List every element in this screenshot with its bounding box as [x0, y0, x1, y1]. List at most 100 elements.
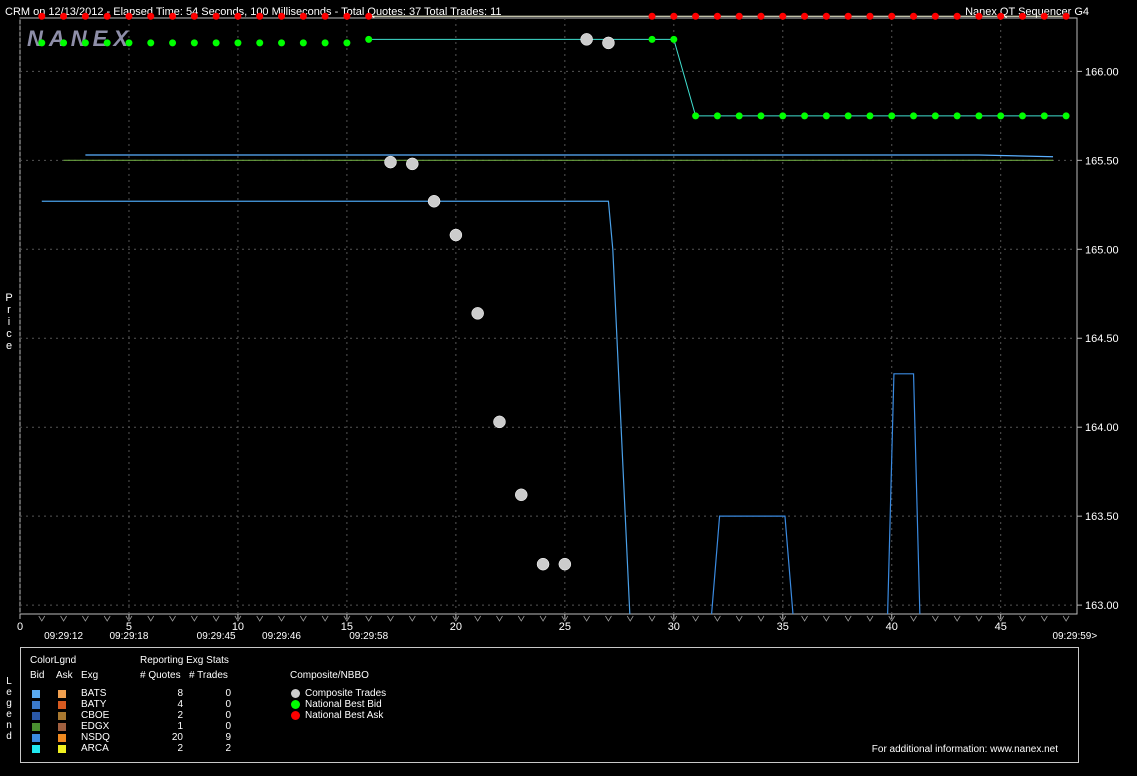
legend-exchange: BATY	[81, 699, 107, 710]
best-bid-point	[844, 112, 852, 120]
x-marker	[387, 615, 394, 622]
best-bid-point	[757, 112, 765, 120]
x-marker	[866, 615, 874, 622]
x-tick-label: 20	[450, 621, 462, 633]
bid-swatch	[32, 701, 40, 709]
best-ask-point	[169, 12, 177, 20]
x-marker	[430, 615, 438, 622]
best-bid-point	[888, 112, 896, 120]
best-ask-point	[953, 12, 961, 20]
best-bid-point	[975, 112, 983, 120]
nbbo-line	[368, 38, 1067, 117]
quote-lines	[41, 154, 1054, 614]
composite-legend-label: Composite Trades	[305, 688, 387, 699]
best-ask-point	[735, 12, 743, 20]
x-marker	[474, 615, 482, 622]
best-ask-point	[910, 12, 918, 20]
legend-side-letter: e	[6, 709, 12, 720]
legend-exchange: CBOE	[81, 710, 110, 721]
best-ask-point	[757, 12, 765, 20]
best-ask-point	[212, 12, 220, 20]
legend-color-header: ColorLgnd	[30, 655, 77, 666]
best-bid-point	[779, 112, 787, 120]
legend-ask-header: Ask	[56, 670, 73, 681]
legend-composite-header: Composite/NBBO	[290, 670, 369, 681]
x-marker	[735, 615, 743, 622]
legend-exg-header: Exg	[81, 670, 99, 681]
legend-exchange: NSDQ	[81, 732, 110, 743]
x-marker	[169, 615, 176, 622]
best-bid-point	[910, 112, 918, 120]
best-ask-point	[801, 12, 809, 20]
best-ask-point	[713, 12, 721, 20]
composite-legend-label: National Best Ask	[305, 710, 384, 721]
best-ask-point	[779, 12, 787, 20]
legend-trades-header: # Trades	[189, 670, 228, 681]
best-bid-point	[256, 39, 264, 47]
best-ask-point	[888, 12, 896, 20]
best-bid-point	[713, 112, 721, 120]
legend-quote-count: 8	[177, 688, 183, 699]
best-bid-point	[147, 39, 155, 47]
x-marker	[321, 615, 329, 622]
best-bid-point	[212, 39, 220, 47]
best-bid-point	[81, 39, 89, 47]
best-bid-point	[735, 112, 743, 120]
x-tick-label: 45	[995, 621, 1007, 633]
legend-exchange: BATS	[81, 688, 107, 699]
x-marker	[517, 615, 525, 622]
composite-trade-point	[471, 307, 484, 320]
legend-quote-count: 2	[177, 710, 183, 721]
legend-side-letter: n	[6, 720, 12, 731]
time-label: 09:29:12	[44, 631, 83, 642]
composite-trade-point	[536, 557, 550, 571]
best-ask-point	[125, 12, 133, 20]
best-bid-point	[1062, 112, 1070, 120]
best-ask-point	[147, 12, 155, 20]
best-bid-point	[997, 112, 1005, 120]
composite-trade-point	[558, 557, 572, 571]
info-url[interactable]: For additional information: www.nanex.ne…	[872, 744, 1058, 755]
x-marker	[82, 615, 89, 622]
x-tick-label: 25	[559, 621, 571, 633]
composite-legend-label: National Best Bid	[305, 699, 382, 710]
y-tick-label: 163.00	[1085, 600, 1119, 612]
time-label: 09:29:18	[110, 631, 149, 642]
x-marker	[278, 615, 285, 622]
best-ask-point	[931, 12, 939, 20]
bid-swatch	[32, 734, 40, 742]
x-marker	[910, 615, 917, 622]
best-bid-point	[953, 112, 961, 120]
legend-panel: ColorLgnd Bid Ask Exg Reporting Exg Stat…	[20, 647, 1079, 763]
quote-line	[887, 373, 921, 614]
best-ask-point	[975, 12, 983, 20]
composite-trade-point	[449, 228, 463, 242]
plot-frame	[19, 17, 1078, 615]
x-marker	[191, 615, 198, 622]
x-tick-label: 0	[17, 621, 23, 633]
best-bid-point	[169, 39, 177, 47]
best-ask-point	[670, 12, 678, 20]
ask-swatch	[58, 745, 66, 753]
x-marker	[692, 615, 699, 622]
x-marker	[496, 615, 503, 622]
x-marker	[823, 615, 830, 622]
composite-trade-point	[406, 157, 419, 171]
y-tick-label: 163.50	[1085, 511, 1119, 523]
legend-exchange: EDGX	[81, 721, 110, 732]
best-bid-point	[343, 39, 351, 47]
x-marker	[256, 615, 264, 622]
composite-legend-marker	[291, 689, 300, 698]
best-ask-point	[997, 12, 1005, 20]
x-marker	[60, 615, 67, 622]
y-tick-label: 164.00	[1085, 422, 1119, 434]
x-marker	[648, 615, 656, 622]
best-ask-point	[60, 12, 68, 20]
bid-swatch	[32, 723, 40, 731]
time-label: 09:29:58	[349, 631, 388, 642]
best-ask-point	[822, 12, 830, 20]
best-ask-point	[1019, 12, 1027, 20]
legend-quote-count: 2	[177, 743, 183, 754]
best-ask-point	[343, 12, 351, 20]
composite-legend-marker	[291, 700, 300, 709]
